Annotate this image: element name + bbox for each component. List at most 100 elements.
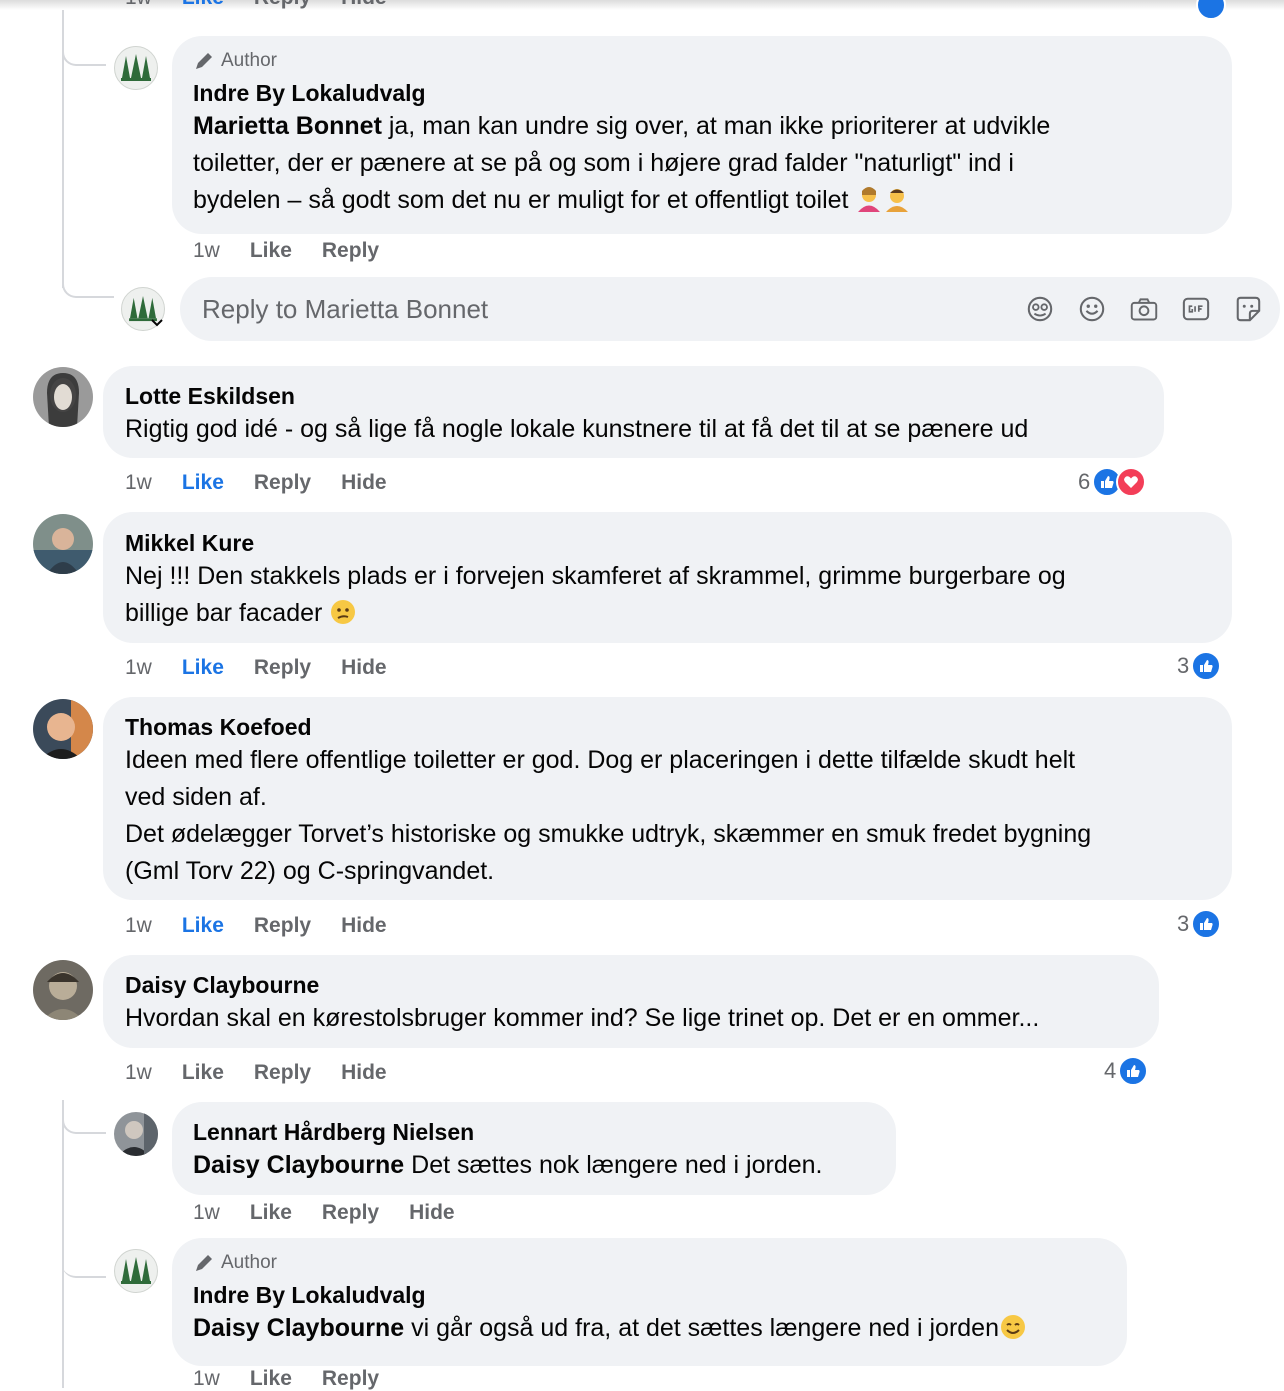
like-button[interactable]: Like: [182, 914, 224, 938]
reply-composer: [180, 277, 1280, 341]
comment-text: Nej !!! Den stakkels plads er i forvejen…: [125, 562, 1066, 627]
mention-link[interactable]: Daisy Claybourne: [193, 1151, 404, 1179]
hide-button[interactable]: Hide: [341, 471, 387, 495]
time-label: 1w: [193, 239, 220, 262]
avatar[interactable]: [33, 514, 93, 574]
pen-icon: [196, 1255, 212, 1271]
reaction-summary[interactable]: 3: [1177, 651, 1222, 681]
reaction-summary[interactable]: 3: [1177, 909, 1222, 939]
confused-face-emoji: [331, 600, 356, 624]
reply-button[interactable]: Reply: [322, 239, 379, 263]
camera-icon[interactable]: [1130, 295, 1158, 323]
person-gesturing-emoji: [858, 187, 881, 212]
reaction-summary-cut: [1196, 0, 1226, 20]
commenter-name[interactable]: Indre By Lokaludvalg: [193, 78, 1210, 108]
like-reaction-icon: [1118, 1056, 1149, 1086]
reply-button[interactable]: Reply: [254, 914, 311, 938]
comment-actions: 1w Like Reply Hide: [193, 1201, 485, 1225]
gif-icon[interactable]: [1182, 295, 1210, 323]
reaction-summary[interactable]: 6: [1078, 467, 1147, 497]
sticker-icon[interactable]: [1234, 295, 1262, 323]
comment-actions: 1w Like Reply Hide: [125, 1061, 417, 1085]
avatar[interactable]: [114, 46, 158, 90]
pen-icon: [196, 53, 212, 69]
commenter-name[interactable]: Mikkel Kure: [125, 528, 1210, 558]
comment-text: Hvordan skal en kørestolsbruger kommer i…: [125, 1004, 1040, 1032]
composer-tools: [1026, 295, 1280, 323]
avatar[interactable]: [33, 367, 93, 427]
commenter-name[interactable]: Lennart Hårdberg Nielsen: [193, 1117, 874, 1147]
comment-text: Daisy Claybourne Det sættes nok længere …: [193, 1151, 823, 1179]
comment-actions-cut: 1w Like Reply Hide: [125, 0, 417, 10]
hide-button[interactable]: Hide: [341, 1061, 387, 1085]
time-label: 1w: [125, 0, 152, 10]
reply-input[interactable]: [180, 292, 1026, 326]
time-label: 1w: [125, 471, 152, 494]
like-reaction-icon: [1196, 0, 1226, 20]
reply-button[interactable]: Reply: [254, 656, 311, 680]
comment-text: Daisy Claybourne vi går også ud fra, at …: [193, 1310, 1105, 1347]
reply-button[interactable]: Reply: [254, 1061, 311, 1085]
commenter-name[interactable]: Indre By Lokaludvalg: [193, 1280, 1105, 1310]
like-button[interactable]: Like: [182, 0, 224, 10]
reply-button[interactable]: Reply: [322, 1367, 379, 1391]
commenter-name[interactable]: Lotte Eskildsen: [125, 381, 1142, 411]
like-button[interactable]: Like: [182, 1061, 224, 1085]
avatar[interactable]: [114, 1249, 158, 1293]
comment-bubble: Author Indre By Lokaludvalg Marietta Bon…: [172, 36, 1232, 234]
reply-button[interactable]: Reply: [254, 0, 311, 10]
hide-button[interactable]: Hide: [341, 0, 387, 10]
commenter-name[interactable]: Thomas Koefoed: [125, 712, 1210, 742]
like-button[interactable]: Like: [250, 239, 292, 263]
like-button[interactable]: Like: [250, 1367, 292, 1391]
avatar[interactable]: [33, 960, 93, 1020]
time-label: 1w: [125, 914, 152, 937]
reply-button[interactable]: Reply: [254, 471, 311, 495]
like-reaction-icon: [1191, 651, 1222, 681]
comment-bubble: Daisy Claybourne Hvordan skal en køresto…: [103, 955, 1159, 1048]
comment-text: Marietta Bonnet ja, man kan undre sig ov…: [193, 112, 1051, 214]
thread-branch: [62, 276, 114, 298]
person-bowing-emoji: [886, 189, 909, 212]
time-label: 1w: [125, 1061, 152, 1084]
tree-logo-icon: [121, 1257, 151, 1284]
hide-button[interactable]: Hide: [341, 914, 387, 938]
author-badge: Author: [193, 1252, 1105, 1274]
thread-branch: [62, 1100, 106, 1278]
reaction-summary[interactable]: 4: [1104, 1056, 1149, 1086]
emoji-icon[interactable]: [1078, 295, 1106, 323]
avatar-sticker-icon[interactable]: [1026, 295, 1054, 323]
thread-branch: [62, 44, 106, 66]
time-label: 1w: [193, 1201, 220, 1224]
comment-actions: 1w Like Reply Hide: [125, 471, 417, 495]
time-label: 1w: [125, 656, 152, 679]
comment-text: Rigtig god idé - og så lige få nogle lok…: [125, 415, 1029, 443]
comment-bubble: Thomas Koefoed Ideen med flere offentlig…: [103, 697, 1232, 900]
comment-text: Ideen med flere offentlige toiletter er …: [125, 746, 1092, 885]
commenter-name[interactable]: Daisy Claybourne: [125, 970, 1137, 1000]
like-button[interactable]: Like: [250, 1201, 292, 1225]
hide-button[interactable]: Hide: [409, 1201, 455, 1225]
love-reaction-icon: [1116, 467, 1147, 497]
comment-bubble: Lennart Hårdberg Nielsen Daisy Claybourn…: [172, 1102, 896, 1195]
mention-link[interactable]: Marietta Bonnet: [193, 112, 382, 140]
time-label: 1w: [193, 1367, 220, 1390]
author-badge: Author: [193, 50, 1210, 72]
hide-button[interactable]: Hide: [341, 656, 387, 680]
mention-link[interactable]: Daisy Claybourne: [193, 1314, 404, 1342]
chevron-down-icon[interactable]: [150, 318, 164, 328]
comment-bubble: Mikkel Kure Nej !!! Den stakkels plads e…: [103, 512, 1232, 643]
smiling-face-emoji: [1000, 1315, 1025, 1339]
comment-actions: 1w Like Reply: [193, 1367, 409, 1391]
comment-actions: 1w Like Reply Hide: [125, 656, 417, 680]
like-reaction-icon: [1191, 909, 1222, 939]
like-button[interactable]: Like: [182, 656, 224, 680]
reply-button[interactable]: Reply: [322, 1201, 379, 1225]
like-button[interactable]: Like: [182, 471, 224, 495]
avatar[interactable]: [114, 1112, 158, 1156]
comment-actions: 1w Like Reply Hide: [125, 914, 417, 938]
avatar[interactable]: [33, 699, 93, 759]
comment-actions: 1w Like Reply: [193, 239, 409, 263]
tree-logo-icon: [121, 54, 151, 81]
comment-bubble: Lotte Eskildsen Rigtig god idé - og så l…: [103, 366, 1164, 458]
